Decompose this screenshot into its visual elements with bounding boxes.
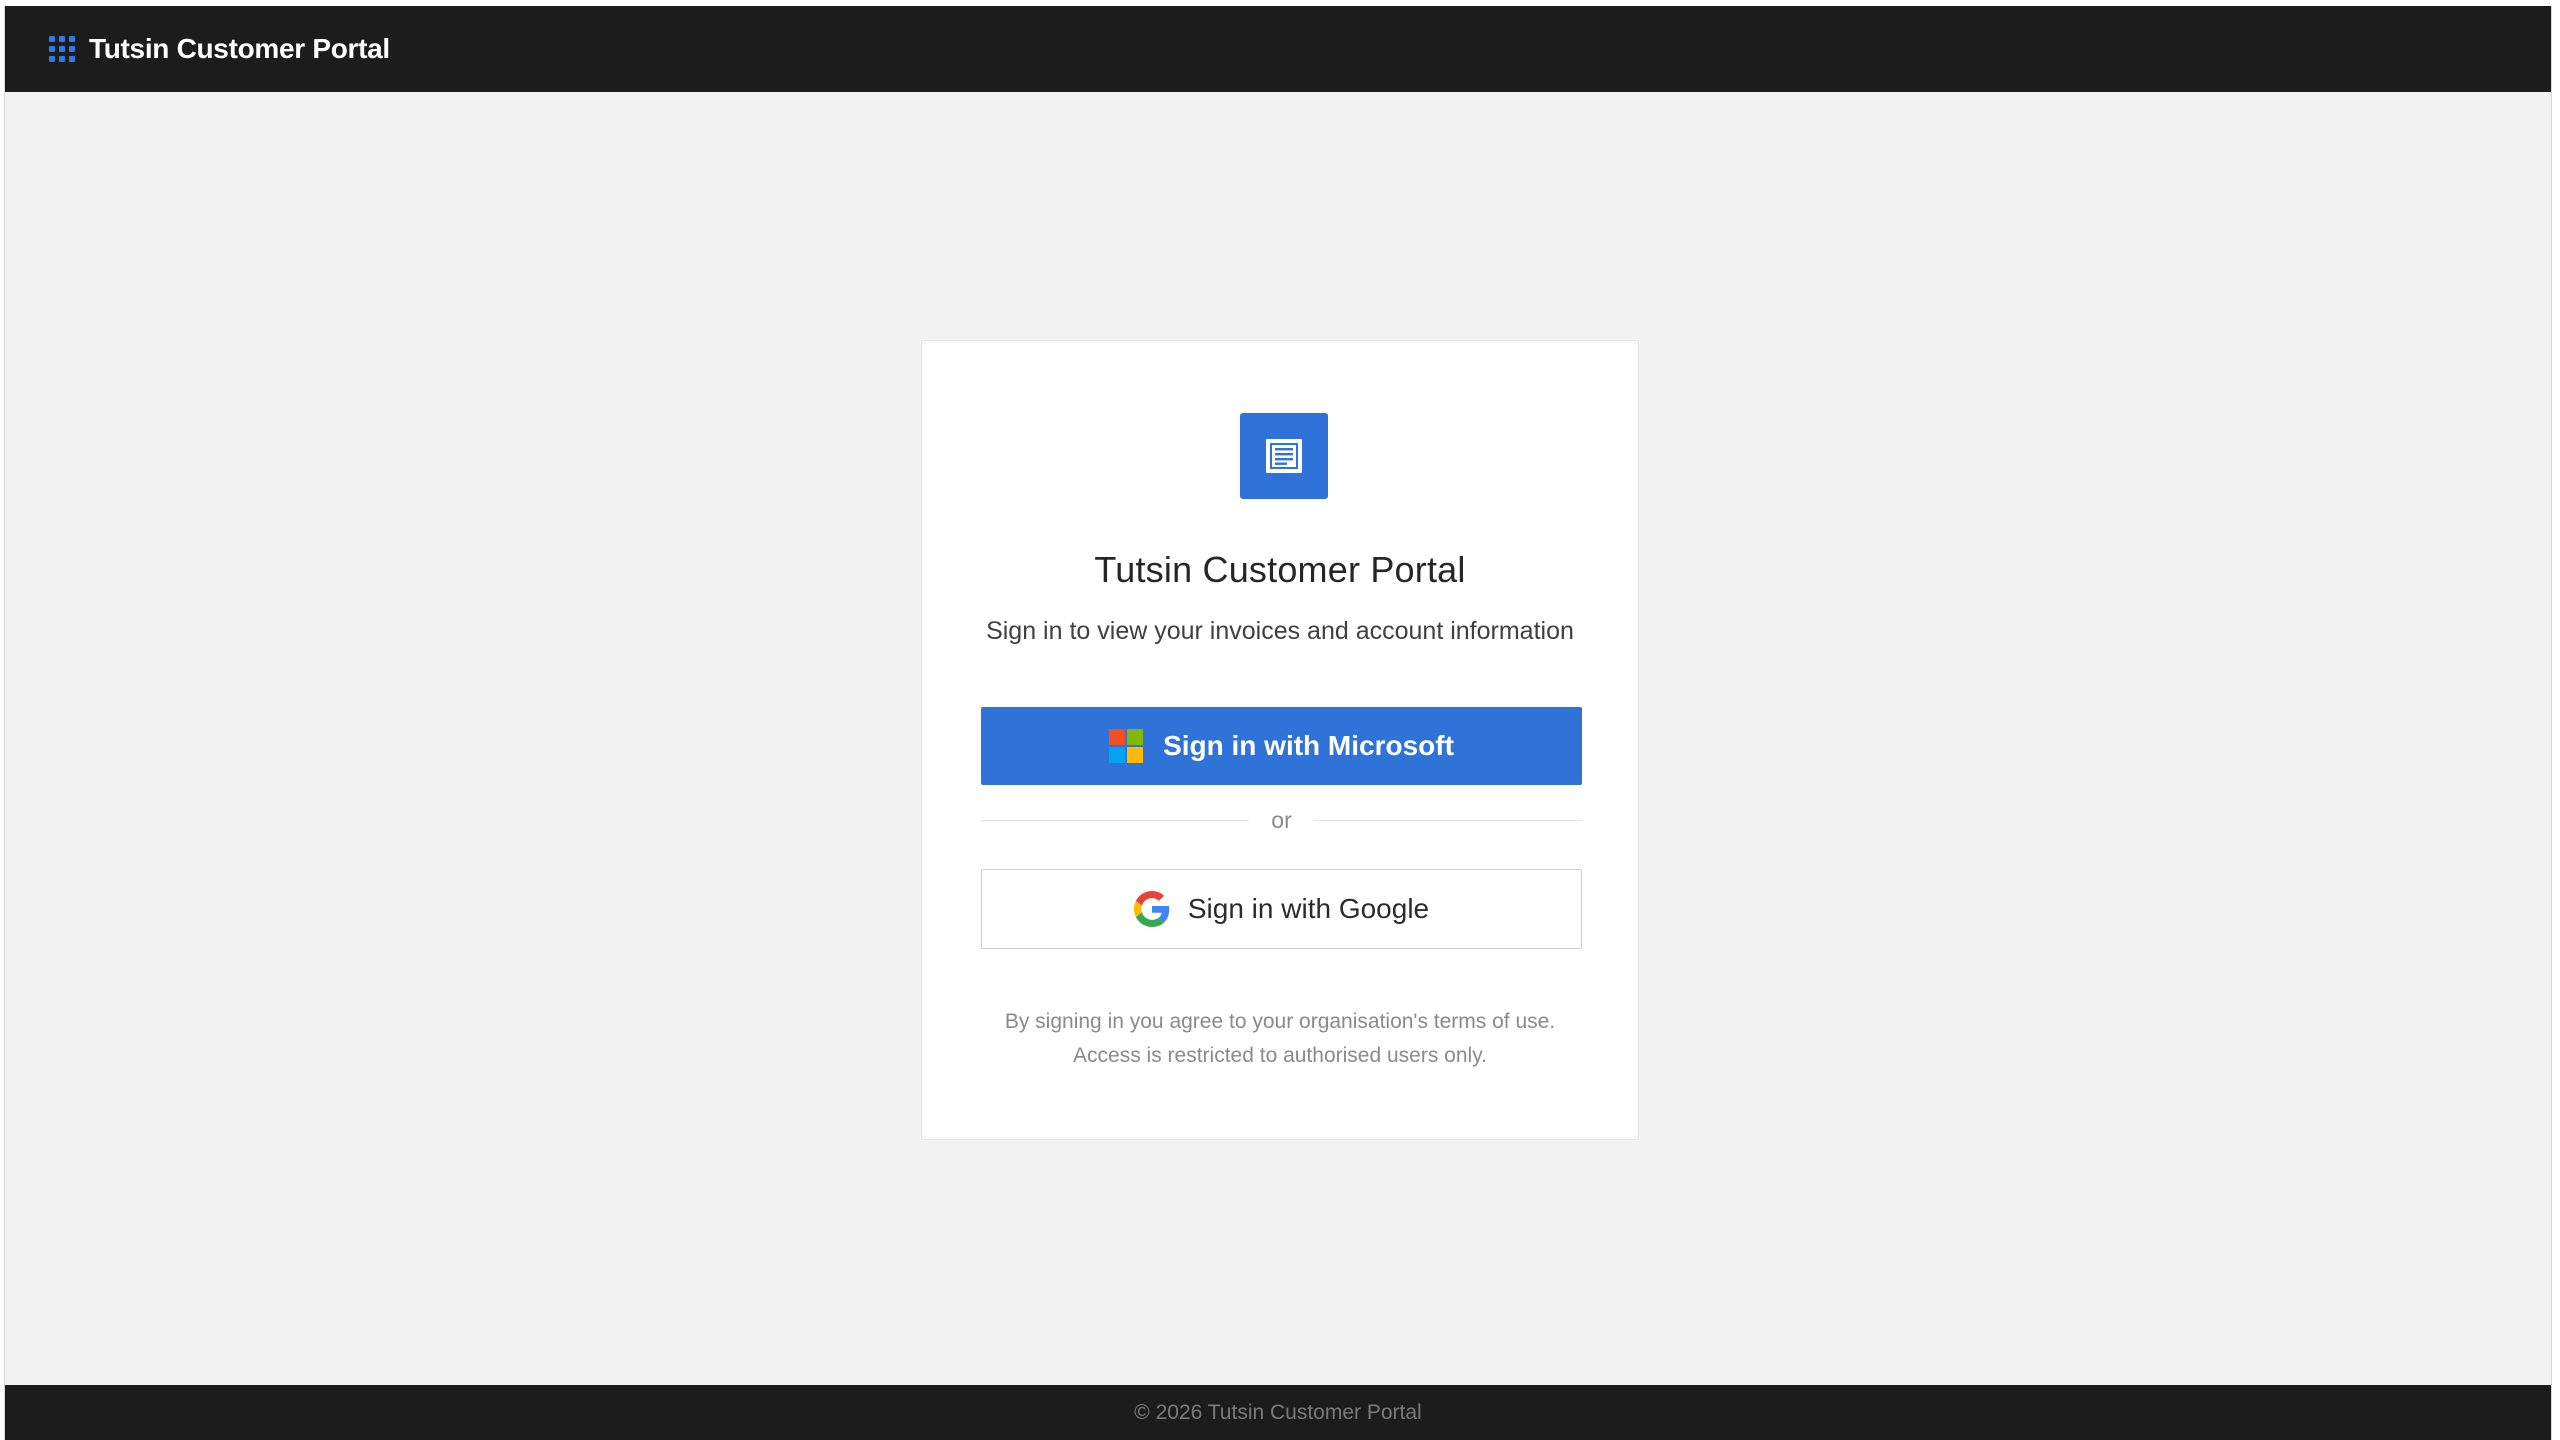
invoice-document-icon — [1240, 413, 1328, 499]
google-logo-icon — [1133, 891, 1170, 927]
card-subtitle: Sign in to view your invoices and accoun… — [986, 617, 1574, 645]
microsoft-logo-icon — [1109, 729, 1144, 763]
divider-text: or — [1271, 806, 1292, 833]
sign-in-microsoft-button[interactable]: Sign in with Microsoft — [981, 707, 1582, 785]
footer-copyright: © 2026 Tutsin Customer Portal — [1134, 1400, 1422, 1424]
terms-line-2: Access is restricted to authorised users… — [1073, 1044, 1487, 1067]
terms-notice: By signing in you agree to your organisa… — [922, 1005, 1638, 1073]
app-window: Tutsin Customer Portal Tutsin Customer P… — [4, 6, 2552, 1440]
sign-in-google-label: Sign in with Google — [1187, 893, 1430, 924]
or-divider: or — [981, 805, 1583, 835]
app-title[interactable]: Tutsin Customer Portal — [89, 33, 390, 65]
footer: © 2026 Tutsin Customer Portal — [5, 1385, 2551, 1440]
top-navbar: Tutsin Customer Portal — [5, 6, 2551, 92]
card-title: Tutsin Customer Portal — [1094, 549, 1466, 590]
divider-line-right — [1313, 819, 1583, 821]
divider-line-left — [981, 819, 1250, 821]
terms-line-1: By signing in you agree to your organisa… — [1004, 1010, 1556, 1033]
sign-in-google-button[interactable]: Sign in with Google — [981, 869, 1582, 949]
apps-grid-icon — [49, 36, 75, 62]
sign-in-microsoft-label: Sign in with Microsoft — [1163, 730, 1454, 761]
sign-in-card: Tutsin Customer Portal Sign in to view y… — [921, 340, 1639, 1140]
